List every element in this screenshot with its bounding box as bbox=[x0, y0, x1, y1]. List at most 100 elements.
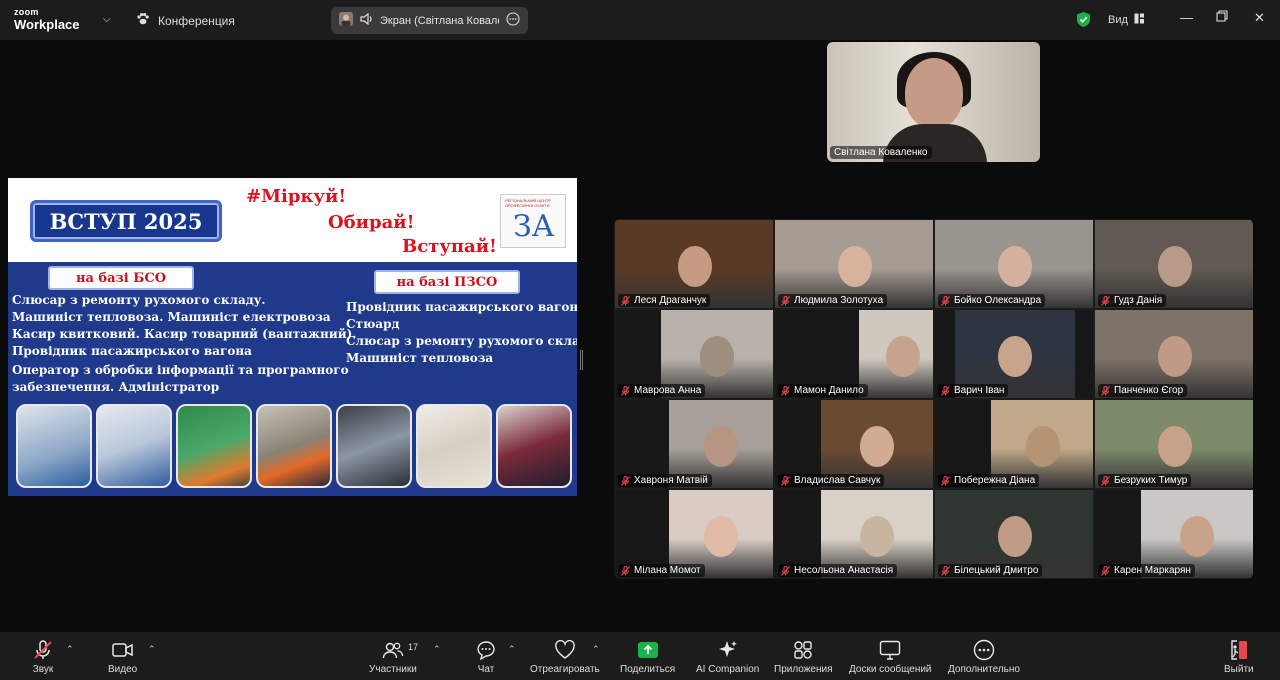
microphone-muted-icon bbox=[1101, 565, 1110, 576]
participant-video bbox=[859, 310, 933, 398]
participant-name-label: Бойко Олександра bbox=[938, 294, 1046, 307]
microphone-muted-icon bbox=[621, 295, 630, 306]
whiteboard-icon bbox=[879, 638, 901, 662]
microphone-muted-icon bbox=[941, 565, 950, 576]
meeting-toolbar: Звук ⌃ Видео ⌃ Участники 17 ⌃ Чат ⌃ Отре… bbox=[0, 632, 1280, 680]
participant-name-label: Гудз Данія bbox=[1098, 294, 1167, 307]
participant-tile[interactable]: Мамон Данило bbox=[774, 309, 934, 399]
split-view-resize-handle[interactable] bbox=[580, 350, 583, 370]
participant-name-label: Мамон Данило bbox=[778, 384, 868, 397]
slide-photo-strip bbox=[16, 404, 572, 488]
message-boards-button[interactable]: Доски сообщений bbox=[849, 638, 932, 675]
paw-icon bbox=[136, 12, 150, 29]
chat-button[interactable]: Чат bbox=[476, 638, 496, 675]
participant-tile[interactable]: Карен Маркарян bbox=[1094, 489, 1253, 579]
participant-name-label: Леся Драганчук bbox=[618, 294, 711, 307]
microphone-muted-icon bbox=[32, 638, 54, 662]
participants-options-chevron-icon[interactable]: ⌃ bbox=[433, 644, 441, 655]
microphone-muted-icon bbox=[1101, 475, 1110, 486]
microphone-muted-icon bbox=[781, 385, 790, 396]
presenter-video[interactable]: Світлана Коваленко bbox=[827, 42, 1040, 162]
chat-options-chevron-icon[interactable]: ⌃ bbox=[508, 644, 516, 655]
restore-window-icon[interactable] bbox=[1216, 10, 1228, 25]
slogan-choose: Обирай! bbox=[328, 212, 415, 233]
video-button[interactable]: Видео bbox=[108, 638, 137, 675]
screen-share-indicator[interactable]: Экран (Світлана Коваленко bbox=[331, 7, 528, 34]
participant-tile[interactable]: Владислав Савчук bbox=[774, 399, 934, 489]
microphone-muted-icon bbox=[781, 295, 790, 306]
slide-photo bbox=[256, 404, 332, 488]
list-item: Провідник пасажирського вагона bbox=[12, 344, 252, 358]
participant-tile[interactable]: Панченко Єгор bbox=[1094, 309, 1253, 399]
grid-view-icon bbox=[1134, 13, 1145, 27]
participant-name-label: Безруких Тимур bbox=[1098, 474, 1192, 487]
slide-photo bbox=[416, 404, 492, 488]
meeting-info[interactable]: Конференция bbox=[136, 12, 235, 29]
participant-gallery: Леся Драганчук Людмила Золотуха Бойко Олек… bbox=[614, 219, 1253, 579]
participant-tile[interactable]: Маврова Анна bbox=[614, 309, 774, 399]
participant-tile[interactable]: Людмила Золотуха bbox=[774, 219, 934, 309]
participant-tile[interactable]: Гудз Данія bbox=[1094, 219, 1253, 309]
slide-photo bbox=[336, 404, 412, 488]
share-screen-button[interactable]: Поделиться bbox=[620, 638, 675, 675]
microphone-muted-icon bbox=[621, 475, 630, 486]
list-item: Слюсар з ремонту рухомого складу. bbox=[12, 293, 266, 307]
participants-count: 17 bbox=[408, 642, 419, 652]
slogan-enroll: Вступай! bbox=[402, 236, 497, 257]
participant-tile[interactable]: Варич Іван bbox=[934, 309, 1094, 399]
top-bar: zoom Workplace ⌵ Конференция Экран (Світ… bbox=[0, 0, 1280, 40]
center-logo: РЕГІОНАЛЬНИЙ ЦЕНТР ПРОФЕСІЙНОЇ ОСВІТИ ЗА bbox=[500, 194, 566, 248]
slide-photo bbox=[496, 404, 572, 488]
participant-tile[interactable]: Бойко Олександра bbox=[934, 219, 1094, 309]
security-shield-icon[interactable] bbox=[1076, 11, 1091, 33]
microphone-muted-icon bbox=[941, 295, 950, 306]
participant-name-label: Владислав Савчук bbox=[778, 474, 885, 487]
apps-icon bbox=[793, 638, 813, 662]
leave-button[interactable]: Выйти bbox=[1224, 638, 1254, 675]
participant-name-label: Панченко Єгор bbox=[1098, 384, 1188, 397]
microphone-muted-icon bbox=[941, 385, 950, 396]
view-button[interactable]: Вид bbox=[1108, 13, 1145, 27]
audio-options-chevron-icon[interactable]: ⌃ bbox=[66, 644, 74, 655]
list-item: Машиніст тепловоза bbox=[346, 351, 494, 365]
list-item: Провідник пасажирського вагона. bbox=[346, 300, 577, 314]
right-profession-list: Провідник пасажирського вагона. Стюард С… bbox=[346, 299, 577, 367]
badge-bso: на базі БСО bbox=[48, 266, 194, 290]
more-button[interactable]: Дополнительно bbox=[948, 638, 1020, 675]
slide-photo bbox=[96, 404, 172, 488]
microphone-muted-icon bbox=[621, 565, 630, 576]
apps-button[interactable]: Приложения bbox=[774, 638, 833, 675]
list-item: Стюард bbox=[346, 317, 400, 331]
sharer-avatar-icon bbox=[339, 12, 353, 29]
react-options-chevron-icon[interactable]: ⌃ bbox=[592, 644, 600, 655]
list-item: Касир квитковий. Касир товарний (вантажн… bbox=[12, 327, 357, 341]
participant-tile[interactable]: Мілана Момот bbox=[614, 489, 774, 579]
participant-name-label: Хавроня Матвій bbox=[618, 474, 712, 487]
speaker-icon[interactable] bbox=[360, 12, 373, 28]
minimize-icon[interactable]: — bbox=[1180, 10, 1193, 25]
list-item: забезпечення. Адміністратор bbox=[12, 380, 220, 394]
left-profession-list: Слюсар з ремонту рухомого складу. Машині… bbox=[12, 292, 356, 396]
participant-name-label: Варич Іван bbox=[938, 384, 1009, 397]
zoom-logo[interactable]: zoom Workplace bbox=[14, 8, 80, 32]
react-button[interactable]: Отреагировать bbox=[530, 638, 600, 675]
participant-tile[interactable]: Безруких Тимур bbox=[1094, 399, 1253, 489]
slide-photo bbox=[176, 404, 252, 488]
participant-tile[interactable]: Хавроня Матвій bbox=[614, 399, 774, 489]
participant-tile[interactable]: Білецький Дмитро bbox=[934, 489, 1094, 579]
ai-companion-button[interactable]: AI Companion bbox=[696, 638, 759, 675]
slide-photo bbox=[16, 404, 92, 488]
participant-tile[interactable]: Леся Драганчук bbox=[614, 219, 774, 309]
list-item: Машиніст тепловоза. Машиніст електровоза bbox=[12, 310, 331, 324]
sparkle-icon bbox=[717, 638, 739, 662]
close-icon[interactable]: ✕ bbox=[1254, 10, 1265, 26]
audio-button[interactable]: Звук bbox=[32, 638, 54, 675]
video-options-chevron-icon[interactable]: ⌃ bbox=[148, 644, 156, 655]
microphone-muted-icon bbox=[621, 385, 630, 396]
more-options-icon[interactable] bbox=[506, 12, 520, 29]
participant-tile[interactable]: Побережна Діана bbox=[934, 399, 1094, 489]
slogan-think: #Міркуй! bbox=[246, 186, 347, 207]
share-screen-icon bbox=[637, 638, 659, 662]
chevron-down-icon[interactable]: ⌵ bbox=[103, 14, 111, 25]
participant-tile[interactable]: Несольона Анастасія bbox=[774, 489, 934, 579]
